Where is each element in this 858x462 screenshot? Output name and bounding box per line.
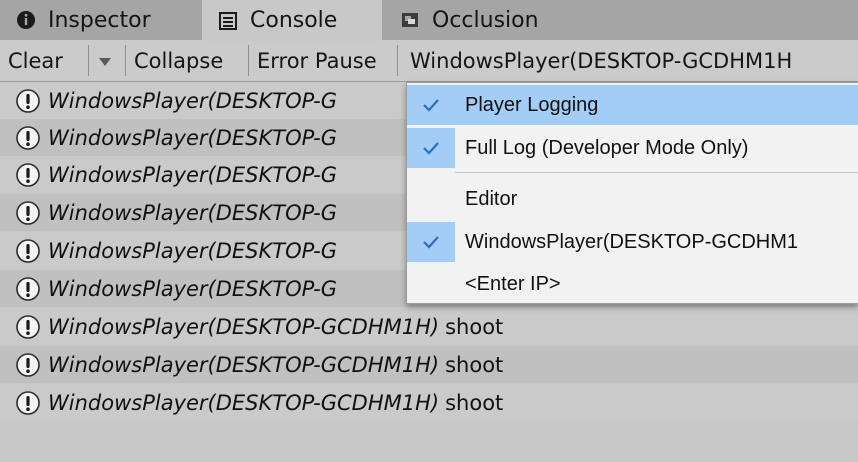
player-connection-menu: Player Logging Full Log (Developer Mode O… [406, 82, 858, 304]
log-info-icon [16, 352, 40, 377]
log-entry-message: shoot [445, 314, 504, 339]
checkmark-icon [407, 85, 455, 125]
occlusion-icon [398, 8, 422, 32]
console-icon [216, 9, 240, 33]
player-connection-dropdown[interactable]: WindowsPlayer(DESKTOP-GCDHM1H [398, 40, 858, 81]
menu-item-label: Full Log (Developer Mode Only) [465, 136, 749, 159]
checkmark-icon [407, 264, 455, 304]
log-entry-source: WindowsPlayer(DESKTOP-GCDHM1H) [48, 390, 440, 415]
info-icon [14, 8, 38, 32]
log-info-icon [16, 88, 40, 113]
tab-console[interactable]: Console [202, 0, 382, 41]
log-info-icon [16, 200, 40, 225]
collapse-button[interactable]: Collapse [126, 40, 248, 81]
log-entry-source: WindowsPlayer(DESKTOP-GCDHM1H) [48, 352, 440, 377]
menu-item[interactable]: Editor [407, 179, 858, 219]
console-toolbar: Clear Collapse Error Pause WindowsPlayer… [0, 40, 858, 82]
menu-separator [455, 172, 858, 173]
log-info-icon [16, 238, 40, 263]
tab-occlusion[interactable]: Occlusion [384, 0, 584, 40]
tab-inspector-label: Inspector [48, 7, 151, 33]
clear-options-dropdown[interactable] [89, 40, 125, 81]
collapse-button-label: Collapse [134, 48, 224, 73]
clear-button-label: Clear [8, 48, 63, 73]
error-pause-button[interactable]: Error Pause [249, 40, 397, 81]
log-entry-message: shoot [445, 390, 504, 415]
log-entry-source: WindowsPlayer(DESKTOP-GCDHM1H) [48, 314, 440, 339]
log-entry-source: WindowsPlayer(DESKTOP-G [48, 162, 338, 187]
checkmark-icon [407, 179, 455, 219]
log-entry-source: WindowsPlayer(DESKTOP-G [48, 200, 338, 225]
player-connection-label: WindowsPlayer(DESKTOP-GCDHM1H [410, 48, 793, 73]
log-entry-message: shoot [445, 352, 504, 377]
clear-button[interactable]: Clear [0, 40, 87, 81]
menu-item[interactable]: WindowsPlayer(DESKTOP-GCDHM1 [407, 222, 858, 262]
log-entry[interactable]: WindowsPlayer(DESKTOP-GCDHM1H) shoot [0, 384, 858, 421]
error-pause-button-label: Error Pause [257, 48, 377, 73]
log-entry[interactable]: WindowsPlayer(DESKTOP-GCDHM1H) shoot [0, 308, 858, 345]
tab-console-label: Console [250, 8, 338, 33]
tab-occlusion-label: Occlusion [432, 7, 539, 33]
menu-item[interactable]: <Enter IP> [407, 264, 858, 304]
log-info-icon [16, 390, 40, 415]
checkmark-icon [407, 128, 455, 168]
log-info-icon [16, 125, 40, 150]
menu-item[interactable]: Full Log (Developer Mode Only) [407, 128, 858, 168]
log-info-icon [16, 276, 40, 301]
checkmark-icon [407, 222, 455, 262]
triangle-down-icon [97, 49, 113, 73]
log-info-icon [16, 162, 40, 187]
menu-item-label: WindowsPlayer(DESKTOP-GCDHM1 [465, 230, 799, 253]
menu-item-label: Editor [465, 187, 518, 210]
menu-item-label: Player Logging [465, 93, 599, 116]
tab-inspector[interactable]: Inspector [0, 0, 200, 40]
log-entry-source: WindowsPlayer(DESKTOP-G [48, 88, 338, 113]
tab-bar: Inspector Console Occlusion [0, 0, 858, 41]
log-entry[interactable]: WindowsPlayer(DESKTOP-GCDHM1H) shoot [0, 346, 858, 383]
menu-item-label: <Enter IP> [465, 272, 561, 295]
log-entry-source: WindowsPlayer(DESKTOP-G [48, 238, 338, 263]
log-info-icon [16, 314, 40, 339]
log-entry-source: WindowsPlayer(DESKTOP-G [48, 276, 338, 301]
log-entry-source: WindowsPlayer(DESKTOP-G [48, 125, 338, 150]
menu-item[interactable]: Player Logging [407, 85, 858, 125]
